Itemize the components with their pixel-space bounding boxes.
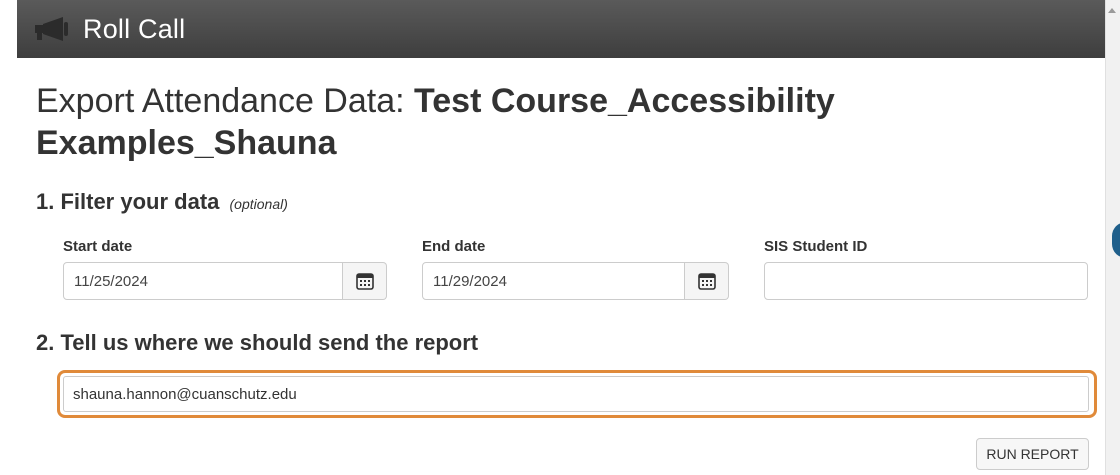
page-title-prefix: Export Attendance Data:	[36, 82, 415, 120]
start-date-group	[63, 262, 387, 300]
start-date-label: Start date	[63, 238, 133, 255]
optional-note: (optional)	[229, 196, 288, 212]
page-title: Export Attendance Data: Test Course_Acce…	[36, 80, 1036, 164]
megaphone-icon	[33, 14, 73, 44]
run-report-button[interactable]: RUN REPORT	[976, 438, 1089, 470]
filter-heading-text: 1. Filter your data	[36, 189, 220, 214]
end-date-label: End date	[422, 238, 486, 255]
app-title: Roll Call	[83, 13, 186, 44]
start-date-calendar-button[interactable]	[343, 262, 387, 300]
calendar-icon	[355, 273, 374, 290]
app-frame: Roll Call Export Attendance Data: Test C…	[0, 0, 1120, 475]
sis-student-id-label: SIS Student ID	[764, 238, 868, 255]
scroll-up-icon[interactable]	[1108, 8, 1116, 13]
send-section-heading: 2. Tell us where we should send the repo…	[36, 330, 479, 355]
end-date-input[interactable]	[422, 262, 685, 300]
sis-student-id-input[interactable]	[764, 262, 1088, 300]
end-date-group	[422, 262, 729, 300]
end-date-calendar-button[interactable]	[685, 262, 729, 300]
app-header: Roll Call	[17, 0, 1105, 58]
start-date-input[interactable]	[63, 262, 343, 300]
calendar-icon	[697, 273, 716, 290]
email-input[interactable]	[63, 376, 1089, 412]
filter-section-heading: 1. Filter your data (optional)	[36, 189, 288, 215]
